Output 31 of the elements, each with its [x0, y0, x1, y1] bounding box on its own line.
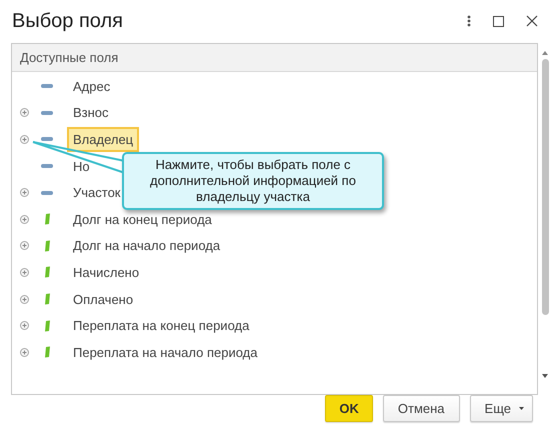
field-item[interactable]: Переплата на начало периода: [67, 340, 264, 365]
expand-icon[interactable]: [20, 188, 29, 198]
caret-icon: [519, 407, 524, 410]
expand-icon[interactable]: [20, 134, 29, 144]
cancel-button[interactable]: Отмена: [382, 395, 460, 422]
field-item[interactable]: Адрес: [67, 74, 116, 99]
more-icon[interactable]: [467, 15, 471, 27]
scrollbar-thumb[interactable]: [542, 59, 548, 315]
field-item[interactable]: Переплата на конец периода: [67, 313, 256, 338]
expand-icon[interactable]: [20, 294, 29, 304]
expand-icon[interactable]: [20, 214, 29, 224]
maximize-icon[interactable]: [493, 16, 504, 26]
more-button[interactable]: Еще: [470, 395, 533, 422]
expand-icon[interactable]: [20, 241, 29, 250]
scroll-down-icon[interactable]: [542, 374, 548, 378]
expand-icon[interactable]: [20, 108, 29, 118]
ok-button[interactable]: OK: [325, 395, 373, 422]
column-header: Доступные поля: [12, 44, 537, 72]
expand-icon[interactable]: [20, 348, 29, 357]
close-icon[interactable]: [526, 15, 538, 27]
field-item[interactable]: Оплачено: [67, 286, 140, 312]
window-title: Выбор поля: [12, 10, 123, 32]
hint-callout: Нажмите, чтобы выбрать поле с дополнительной информацией по владельцу участка: [122, 152, 384, 210]
scroll-up-icon[interactable]: [542, 51, 548, 55]
field-item[interactable]: Взнос: [67, 100, 115, 126]
field-item[interactable]: Владелец: [67, 126, 140, 152]
field-item[interactable]: Но: [67, 154, 96, 179]
field-item[interactable]: Долг на начало периода: [67, 233, 226, 258]
expand-icon[interactable]: [20, 321, 29, 330]
expand-icon[interactable]: [20, 268, 29, 277]
field-item[interactable]: Начислено: [67, 260, 146, 285]
